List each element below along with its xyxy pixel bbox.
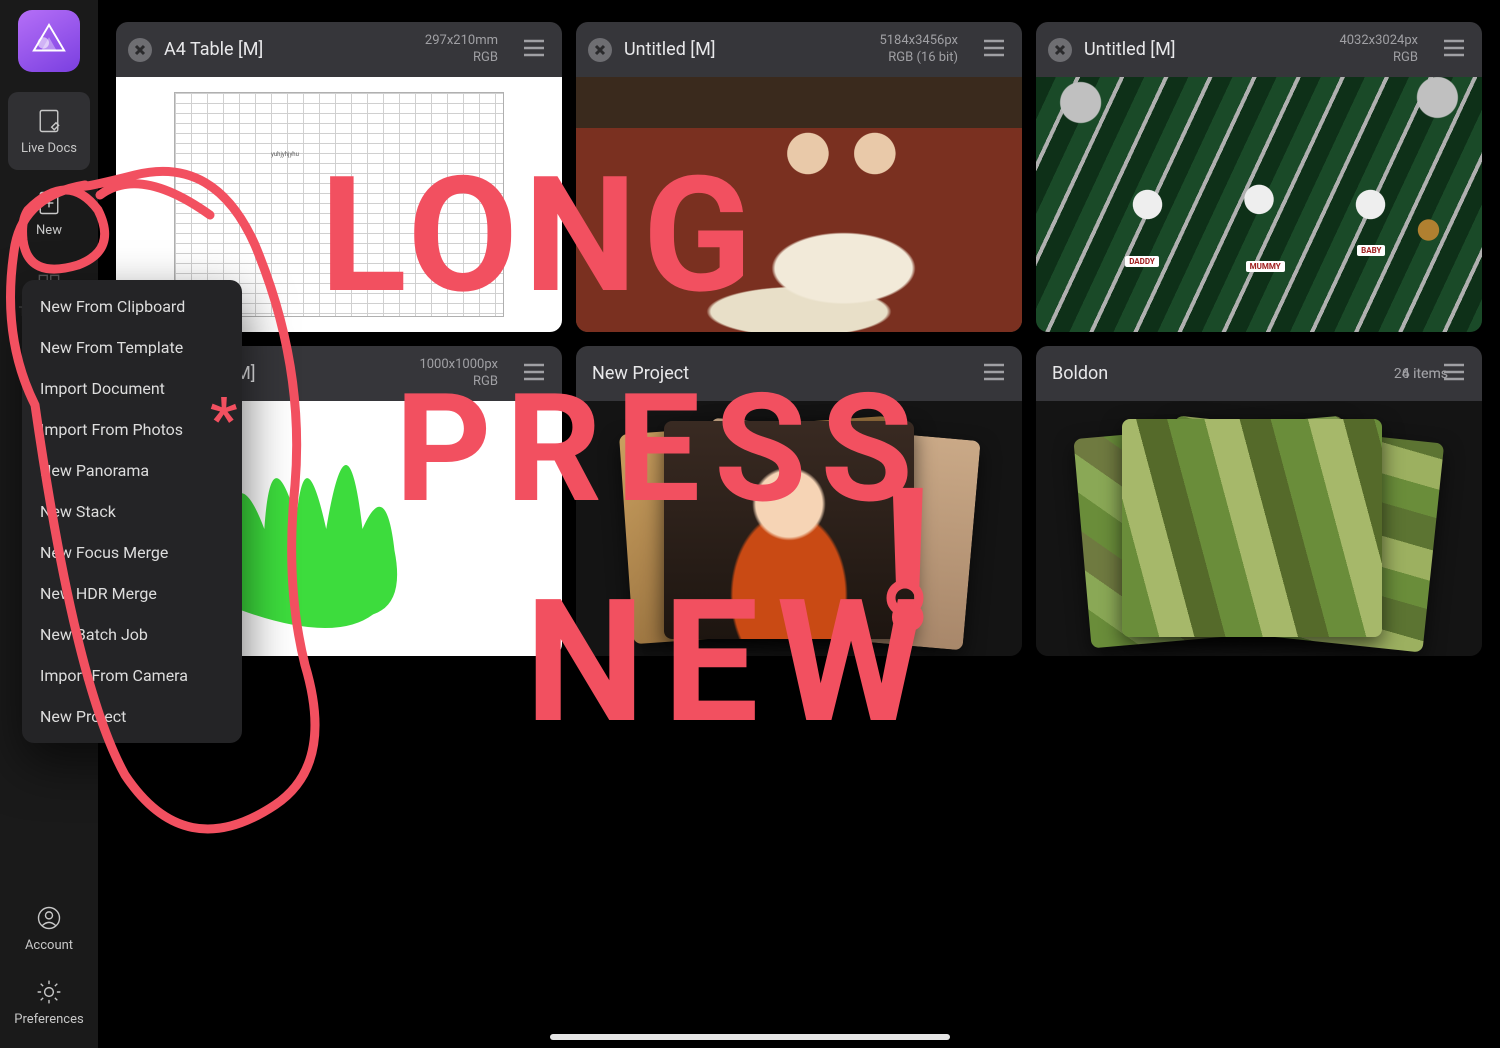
close-icon[interactable] xyxy=(1048,38,1072,62)
card-meta: 4032x3024pxRGB xyxy=(1339,33,1418,66)
card-thumbnail xyxy=(576,77,1022,332)
sidebar-item-label: New xyxy=(36,223,62,238)
card-title: Untitled [M] xyxy=(1084,39,1327,60)
sidebar-item-new[interactable]: New xyxy=(8,174,90,252)
live-docs-icon xyxy=(35,107,63,135)
card-header: A4 Table [M] 297x210mmRGB xyxy=(116,22,562,77)
doc-card-untitled-2[interactable]: Untitled [M] 4032x3024pxRGB DADDY MUMMY … xyxy=(1036,22,1482,332)
sidebar-item-preferences[interactable]: Preferences xyxy=(8,966,90,1038)
card-thumbnail xyxy=(1036,401,1482,656)
card-title: A4 Table [M] xyxy=(164,39,413,60)
card-thumbnail: DADDY MUMMY BABY xyxy=(1036,77,1482,332)
card-title: Boldon xyxy=(1052,363,1418,384)
menu-item-new-from-clipboard[interactable]: New From Clipboard xyxy=(22,286,242,327)
card-meta: 5184x3456pxRGB (16 bit) xyxy=(879,33,958,66)
table-cell-text: yuhjyhjyhu xyxy=(271,151,299,158)
card-meta: 297x210mmRGB xyxy=(425,33,498,66)
new-context-menu: New From Clipboard New From Template Imp… xyxy=(22,280,242,743)
close-icon[interactable] xyxy=(128,38,152,62)
card-meta: 1000x1000pxRGB xyxy=(419,357,498,390)
project-card-boldon[interactable]: Boldon 26 items xyxy=(1036,346,1482,656)
hamburger-icon[interactable] xyxy=(518,358,550,390)
menu-item-import-from-photos[interactable]: Import From Photos xyxy=(22,409,242,450)
hamburger-icon[interactable] xyxy=(1438,34,1470,66)
card-header: New Project 4 items xyxy=(576,346,1022,401)
menu-item-new-focus-merge[interactable]: New Focus Merge xyxy=(22,532,242,573)
card-header: Untitled [M] 5184x3456pxRGB (16 bit) xyxy=(576,22,1022,77)
sidebar-item-label: Live Docs xyxy=(21,141,77,156)
sidebar-item-label: Preferences xyxy=(14,1012,83,1027)
menu-item-new-batch-job[interactable]: New Batch Job xyxy=(22,614,242,655)
menu-item-import-from-camera[interactable]: Import From Camera xyxy=(22,655,242,696)
card-title: Untitled [M] xyxy=(624,39,867,60)
project-item-count: 26 items xyxy=(1394,366,1448,382)
hamburger-icon[interactable] xyxy=(978,358,1010,390)
affinity-photo-icon xyxy=(30,22,68,60)
close-icon[interactable] xyxy=(588,38,612,62)
doc-card-untitled-1[interactable]: Untitled [M] 5184x3456pxRGB (16 bit) xyxy=(576,22,1022,332)
app-icon[interactable] xyxy=(18,10,80,72)
documents-grid: A4 Table [M] 297x210mmRGB yuhjyhjyhu Unt… xyxy=(98,0,1500,1048)
gear-icon xyxy=(35,978,63,1006)
hamburger-icon[interactable] xyxy=(518,34,550,66)
menu-item-new-project[interactable]: New Project xyxy=(22,696,242,737)
project-card-new-project[interactable]: New Project 4 items xyxy=(576,346,1022,656)
menu-item-import-document[interactable]: Import Document xyxy=(22,368,242,409)
new-icon xyxy=(35,189,63,217)
account-icon xyxy=(35,904,63,932)
card-title: New Project xyxy=(592,363,958,384)
sidebar-item-account[interactable]: Account xyxy=(8,892,90,964)
menu-item-new-stack[interactable]: New Stack xyxy=(22,491,242,532)
card-thumbnail xyxy=(576,401,1022,656)
sidebar-item-live-docs[interactable]: Live Docs xyxy=(8,92,90,170)
card-header: Boldon 26 items xyxy=(1036,346,1482,401)
menu-item-new-from-template[interactable]: New From Template xyxy=(22,327,242,368)
hamburger-icon[interactable] xyxy=(978,34,1010,66)
sidebar-item-label: Account xyxy=(25,938,73,953)
menu-item-new-panorama[interactable]: New Panorama xyxy=(22,450,242,491)
menu-item-new-hdr-merge[interactable]: New HDR Merge xyxy=(22,573,242,614)
card-header: Untitled [M] 4032x3024pxRGB xyxy=(1036,22,1482,77)
home-indicator[interactable] xyxy=(550,1034,950,1040)
